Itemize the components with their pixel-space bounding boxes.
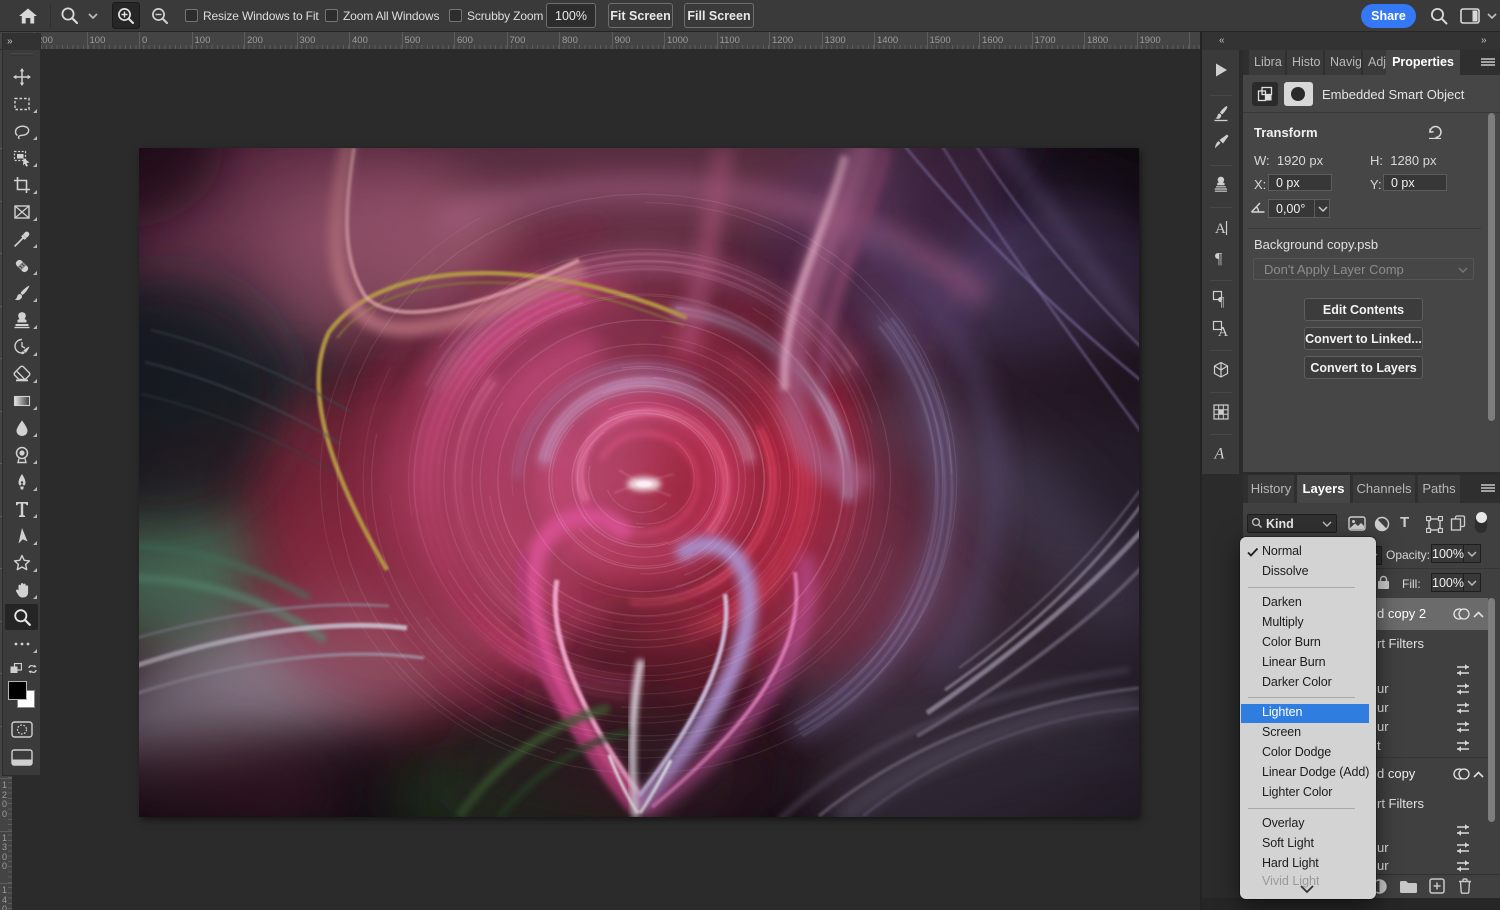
svg-text:¶: ¶ (1218, 295, 1225, 308)
svg-text:A: A (1215, 221, 1226, 237)
svg-text:A: A (1218, 325, 1229, 338)
svg-text:A: A (1214, 446, 1225, 463)
svg-text:¶: ¶ (1215, 251, 1223, 268)
